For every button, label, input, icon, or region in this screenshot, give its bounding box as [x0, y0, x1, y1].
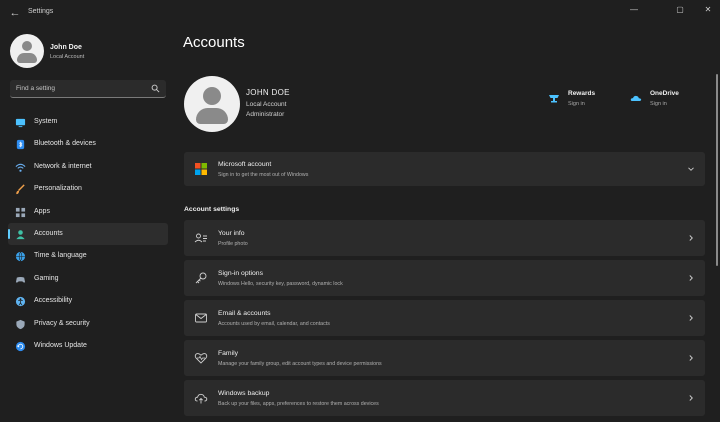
sidebar-item-label: Windows Update [34, 341, 87, 349]
sidebar-item-system[interactable]: System [8, 111, 168, 133]
section-heading: Account settings [184, 206, 240, 213]
chevron-right-icon [689, 315, 693, 321]
your-info-icon [194, 233, 207, 243]
item-title: Family [218, 350, 239, 357]
search-input[interactable]: Find a setting [10, 80, 166, 98]
sidebar-item-accounts[interactable]: Accounts [8, 222, 168, 246]
sidebar-item-label: Time & language [34, 252, 87, 260]
maximize-button[interactable]: ▢ [670, 4, 690, 16]
rewards-link[interactable]: Rewards Sign in [548, 90, 618, 112]
apps-icon [15, 207, 26, 217]
rewards-icon [549, 95, 559, 103]
brush-icon [16, 184, 25, 195]
accounts-icon [16, 230, 25, 240]
sidebar-item-privacy-security[interactable]: Privacy & security [8, 313, 168, 335]
sidebar-item-label: Apps [34, 207, 50, 215]
sidebar-item-label: Bluetooth & devices [34, 140, 96, 148]
search-placeholder: Find a setting [16, 85, 56, 92]
account-type: Local Account [246, 101, 287, 108]
item-title: Sign-in options [218, 270, 263, 277]
account-role: Administrator [246, 111, 285, 118]
onedrive-subtitle: Sign in [650, 101, 667, 107]
sidebar-item-label: Gaming [34, 274, 59, 282]
user-account-type: Local Account [50, 54, 85, 60]
backup-icon [194, 393, 208, 404]
microsoft-account-title: Microsoft account [218, 161, 272, 168]
item-title: Windows backup [218, 390, 270, 397]
title-bar: ← Settings — ▢ ✕ [0, 0, 720, 28]
nav-list: System Bluetooth & devices Network & int… [8, 111, 168, 357]
network-icon [15, 163, 26, 172]
item-subtitle: Manage your family group, edit account t… [218, 361, 382, 367]
window-title: Settings [28, 8, 54, 15]
search-icon [151, 84, 160, 93]
mail-icon [195, 313, 207, 323]
close-button[interactable]: ✕ [698, 4, 718, 16]
main-content: Accounts JOHN DOE Local Account Administ… [172, 28, 720, 422]
sidebar-item-label: Network & internet [34, 162, 92, 170]
sidebar-item-label: Personalization [34, 185, 82, 193]
gaming-icon [15, 276, 26, 283]
microsoft-account-card[interactable]: Microsoft account Sign in to get the mos… [184, 152, 705, 186]
item-title: Email & accounts [218, 310, 271, 317]
user-profile[interactable]: John Doe Local Account [10, 34, 160, 68]
sidebar-item-bluetooth[interactable]: Bluetooth & devices [8, 133, 168, 155]
onedrive-link[interactable]: OneDrive Sign in [630, 90, 700, 112]
your-info-item[interactable]: Your info Profile photo [184, 220, 705, 256]
minimize-button[interactable]: — [624, 4, 644, 16]
rewards-title: Rewards [568, 90, 596, 97]
sidebar-item-apps[interactable]: Apps [8, 201, 168, 223]
key-icon [195, 272, 207, 284]
item-title: Your info [218, 230, 245, 237]
item-subtitle: Windows Hello, security key, password, d… [218, 281, 343, 287]
bluetooth-icon [16, 140, 25, 150]
system-icon [15, 118, 26, 128]
sidebar-item-network[interactable]: Network & internet [8, 156, 168, 178]
onedrive-icon [630, 95, 642, 101]
back-arrow-icon[interactable]: ← [8, 6, 22, 20]
chevron-down-icon [688, 167, 694, 171]
globe-icon [15, 252, 26, 262]
user-name: John Doe [50, 44, 82, 51]
sign-in-options-item[interactable]: Sign-in options Windows Hello, security … [184, 260, 705, 296]
chevron-right-icon [689, 395, 693, 401]
chevron-right-icon [689, 275, 693, 281]
family-item[interactable]: Family Manage your family group, edit ac… [184, 340, 705, 376]
sidebar-item-label: Privacy & security [34, 319, 90, 327]
sidebar: John Doe Local Account Find a setting Sy… [0, 28, 172, 422]
update-icon [15, 341, 26, 351]
sidebar-item-personalization[interactable]: Personalization [8, 178, 168, 200]
item-subtitle: Profile photo [218, 241, 248, 247]
account-name: JOHN DOE [246, 88, 290, 97]
family-heart-icon [194, 353, 208, 364]
onedrive-title: OneDrive [650, 90, 679, 97]
windows-backup-item[interactable]: Windows backup Back up your files, apps,… [184, 380, 705, 416]
rewards-subtitle: Sign in [568, 101, 585, 107]
sidebar-item-label: System [34, 118, 58, 125]
sidebar-item-gaming[interactable]: Gaming [8, 268, 168, 290]
sidebar-item-label: Accounts [34, 229, 63, 237]
avatar [10, 34, 44, 68]
page-title: Accounts [183, 34, 245, 51]
microsoft-logo-icon [195, 163, 207, 175]
shield-icon [16, 319, 25, 329]
email-accounts-item[interactable]: Email & accounts Accounts used by email,… [184, 300, 705, 336]
account-avatar[interactable] [184, 76, 240, 132]
sidebar-item-accessibility[interactable]: Accessibility [8, 290, 168, 312]
accessibility-icon [15, 297, 26, 307]
sidebar-item-label: Accessibility [34, 297, 73, 305]
sidebar-item-time-language[interactable]: Time & language [8, 245, 168, 267]
microsoft-account-subtitle: Sign in to get the most out of Windows [218, 172, 309, 178]
scrollbar[interactable] [716, 74, 718, 266]
item-subtitle: Accounts used by email, calendar, and co… [218, 321, 330, 327]
item-subtitle: Back up your files, apps, preferences to… [218, 401, 379, 407]
chevron-right-icon [689, 235, 693, 241]
chevron-right-icon [689, 355, 693, 361]
sidebar-item-windows-update[interactable]: Windows Update [8, 335, 168, 357]
